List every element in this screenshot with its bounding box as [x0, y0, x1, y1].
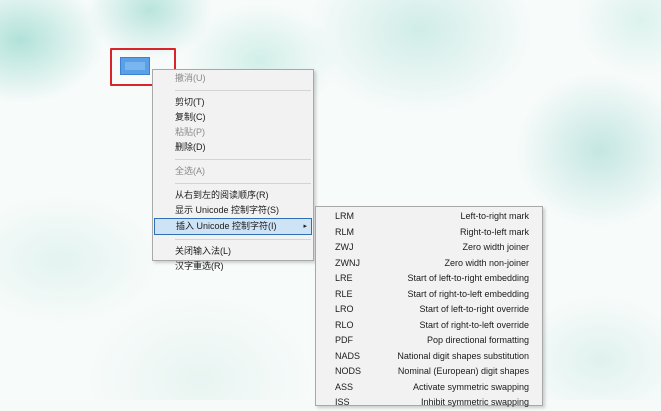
- control-char-code: LRE: [335, 273, 353, 283]
- menu-item-delete[interactable]: 删除(D): [153, 140, 313, 155]
- menu-item-label: 插入 Unicode 控制字符(I): [176, 221, 277, 231]
- menu-item-copy[interactable]: 复制(C): [153, 110, 313, 125]
- submenu-item-lro[interactable]: LRO Start of left-to-right override: [316, 302, 542, 318]
- menu-separator: [175, 90, 311, 91]
- control-char-code: ZWJ: [335, 242, 354, 252]
- menu-item-rtl-reading-order[interactable]: 从右到左的阅读顺序(R): [153, 188, 313, 203]
- control-char-description: Pop directional formatting: [426, 335, 529, 345]
- control-char-description: National digit shapes substitution: [397, 350, 529, 361]
- menu-item-label: 汉字重选(R): [175, 261, 224, 271]
- submenu-item-lrm[interactable]: LRM Left-to-right mark: [316, 209, 542, 225]
- menu-item-label: 从右到左的阅读顺序(R): [175, 190, 269, 200]
- submenu-item-pdf[interactable]: PDF Pop directional formatting: [316, 333, 542, 349]
- menu-item-undo[interactable]: 撤消(U): [153, 71, 313, 86]
- control-char-description: Start of right-to-left embedding: [407, 288, 529, 299]
- control-char-code: ZWNJ: [335, 257, 360, 268]
- menu-separator: [175, 159, 311, 160]
- menu-item-label: 复制(C): [175, 112, 206, 122]
- submenu-item-nads[interactable]: NADS National digit shapes substitution: [316, 349, 542, 365]
- submenu-item-rle[interactable]: RLE Start of right-to-left embedding: [316, 287, 542, 303]
- control-char-description: Zero width joiner: [462, 242, 529, 252]
- control-char-code: NODS: [335, 366, 362, 376]
- menu-item-label: 剪切(T): [175, 97, 205, 107]
- menu-item-label: 撤消(U): [175, 73, 206, 83]
- menu-item-paste[interactable]: 粘贴(P): [153, 125, 313, 140]
- menu-item-label: 全选(A): [175, 166, 205, 176]
- unicode-control-submenu: LRM Left-to-right mark RLM Right-to-left ma…: [315, 206, 543, 407]
- control-char-code: RLE: [335, 288, 353, 299]
- menu-separator: [175, 183, 311, 184]
- submenu-item-iss[interactable]: ISS Inhibit symmetric swapping: [316, 395, 542, 411]
- submenu-item-zwnj[interactable]: ZWNJ Zero width non-joiner: [316, 256, 542, 272]
- control-char-description: Left-to-right mark: [460, 211, 529, 221]
- menu-item-label: 粘贴(P): [175, 127, 205, 137]
- submenu-item-lre[interactable]: LRE Start of left-to-right embedding: [316, 271, 542, 287]
- menu-item-close-ime[interactable]: 关闭输入法(L): [153, 244, 313, 259]
- submenu-item-ass[interactable]: ASS Activate symmetric swapping: [316, 380, 542, 396]
- submenu-arrow-icon: ▸: [303, 223, 307, 230]
- submenu-item-nods[interactable]: NODS Nominal (European) digit shapes: [316, 364, 542, 380]
- control-char-code: RLM: [335, 226, 355, 237]
- control-char-description: Activate symmetric swapping: [412, 381, 529, 392]
- control-char-code: ISS: [335, 397, 350, 407]
- menu-item-label: 关闭输入法(L): [175, 246, 231, 256]
- control-char-description: Right-to-left mark: [459, 226, 529, 237]
- control-char-description: Start of left-to-right override: [419, 304, 529, 314]
- menu-item-cut[interactable]: 剪切(T): [153, 95, 313, 110]
- control-char-code: ASS: [335, 381, 354, 392]
- menu-separator: [175, 239, 311, 240]
- control-char-code: LRM: [335, 211, 355, 221]
- menu-item-label: 删除(D): [175, 142, 206, 152]
- menu-item-show-unicode-control[interactable]: 显示 Unicode 控制字符(S): [153, 203, 313, 218]
- menu-item-select-all[interactable]: 全选(A): [153, 164, 313, 179]
- control-char-description: Zero width non-joiner: [444, 257, 529, 268]
- control-char-description: Inhibit symmetric swapping: [420, 397, 529, 407]
- submenu-item-rlo[interactable]: RLO Start of right-to-left override: [316, 318, 542, 334]
- context-menu: 撤消(U) 剪切(T) 复制(C) 粘贴(P) 删除(D) 全选(A) 从右到左的阅读顺序(…: [152, 69, 314, 271]
- control-char-description: Start of left-to-right embedding: [407, 273, 529, 283]
- submenu-item-rlm[interactable]: RLM Right-to-left mark: [316, 225, 542, 241]
- menu-item-reconvert[interactable]: 汉字重选(R): [153, 259, 313, 274]
- control-char-code: LRO: [335, 304, 354, 314]
- submenu-item-zwj[interactable]: ZWJ Zero width joiner: [316, 240, 542, 256]
- control-char-description: Start of right-to-left override: [419, 319, 529, 330]
- menu-item-insert-unicode-control[interactable]: 插入 Unicode 控制字符(I) ▸: [154, 218, 312, 235]
- control-char-description: Nominal (European) digit shapes: [397, 366, 529, 376]
- control-char-code: PDF: [335, 335, 353, 345]
- control-char-code: RLO: [335, 319, 354, 330]
- menu-item-label: 显示 Unicode 控制字符(S): [175, 205, 280, 215]
- control-char-code: NADS: [335, 350, 361, 361]
